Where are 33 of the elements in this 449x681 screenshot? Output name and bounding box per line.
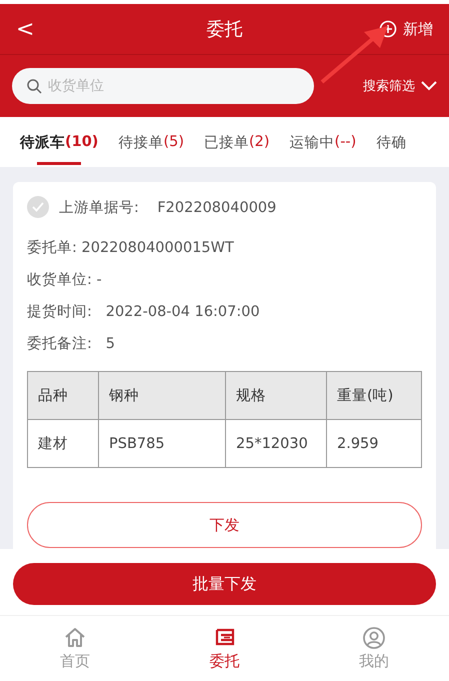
status-tab[interactable]: 已接单(2) <box>204 117 270 167</box>
chevron-icon <box>421 81 437 90</box>
column-header: 钢种 <box>98 372 226 420</box>
order-field: 收货单位: - <box>27 270 102 288</box>
home-icon <box>62 626 87 650</box>
table-cell: 25*12030 <box>226 420 326 468</box>
table-cell: 2.959 <box>326 420 422 468</box>
order-field: 提货时间: 2022-08-04 16:07:00 <box>27 302 260 320</box>
column-header: 品种 <box>28 372 98 420</box>
order-field: 委托备注: 5 <box>27 334 115 352</box>
checkmark-icon <box>32 202 44 212</box>
back-button[interactable]: < <box>16 16 96 42</box>
status-tab[interactable]: 待确 <box>376 117 406 167</box>
column-header: 规格 <box>226 372 326 420</box>
select-checkbox[interactable] <box>27 196 49 218</box>
status-tab[interactable]: 待派车(10) <box>20 117 98 167</box>
user-icon <box>362 626 386 650</box>
table-cell: PSB785 <box>98 420 226 468</box>
bulk-dispatch-button[interactable]: 批量下发 <box>13 563 436 605</box>
status-tab[interactable]: 待接单(5) <box>118 117 184 167</box>
order-field: 委托单: 20220804000015WT <box>27 238 234 256</box>
add-button[interactable]: 新增 <box>353 20 433 38</box>
page-title: 委托 <box>206 18 244 41</box>
order-field: 上游单据号: F202208040009 <box>59 198 276 216</box>
add-icon <box>380 20 396 38</box>
filter-button[interactable]: 搜索筛选 <box>324 77 437 95</box>
nav-item[interactable]: 委托 <box>150 616 300 681</box>
column-header: 重量(吨) <box>326 372 422 420</box>
dispatch-button[interactable]: 下发 <box>27 502 422 548</box>
table-cell: 建材 <box>28 420 98 468</box>
status-tab[interactable]: 运输中(--) <box>290 117 356 167</box>
search-field[interactable]: 收货单位 <box>12 68 314 104</box>
search-icon <box>27 79 42 94</box>
